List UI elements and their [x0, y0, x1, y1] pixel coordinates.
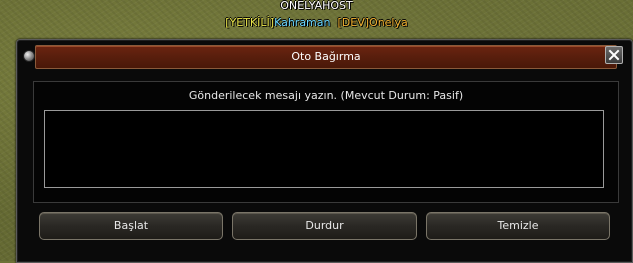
clear-button[interactable]: Temizle: [426, 212, 610, 240]
button-row: Başlat Durdur Temizle: [17, 203, 632, 243]
character-name: Kahraman: [274, 16, 331, 29]
rank-tag: [YETKİLİ]: [225, 16, 275, 29]
start-button[interactable]: Başlat: [39, 212, 223, 240]
character-names: [YETKİLİ]Kahraman [DEV]Onelya: [0, 16, 633, 30]
auto-shout-window: Oto Bağırma Gönderilecek mesajı yazın. (…: [16, 39, 633, 263]
dev-tag: [DEV]: [337, 16, 370, 29]
dev-name: Onelya: [369, 16, 408, 29]
close-button[interactable]: [605, 46, 623, 64]
pin-icon: [23, 50, 35, 62]
message-prompt: Gönderilecek mesajı yazın. (Mevcut Durum…: [188, 89, 464, 102]
close-icon: [608, 49, 620, 61]
window-title: Oto Bağırma: [291, 50, 361, 63]
guild-title: ONELYAHOST: [280, 0, 353, 12]
stop-button[interactable]: Durdur: [232, 212, 417, 240]
title-bar[interactable]: Oto Bağırma: [35, 45, 617, 69]
message-panel: Gönderilecek mesajı yazın. (Mevcut Durum…: [33, 81, 619, 203]
message-input[interactable]: [44, 110, 604, 188]
